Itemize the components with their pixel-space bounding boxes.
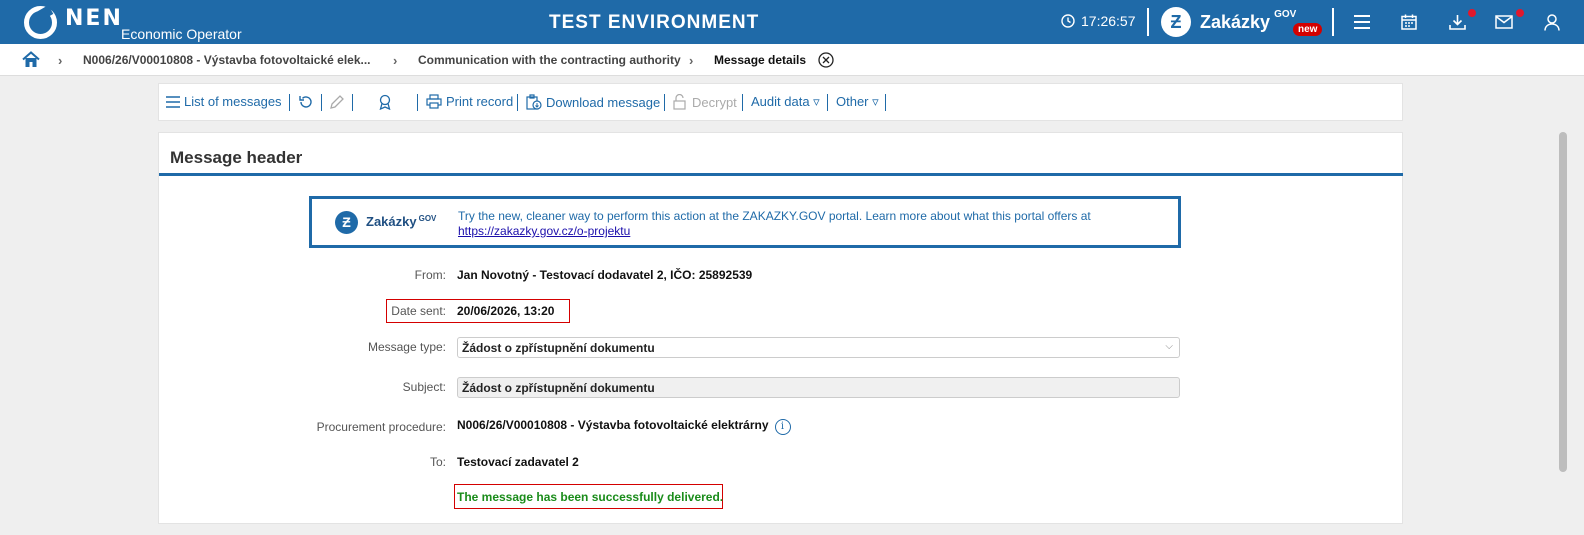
subject-field[interactable]: Žádost o zpřístupnění dokumentu	[457, 377, 1180, 398]
environment-label: TEST ENVIRONMENT	[549, 12, 760, 33]
banner-message: Try the new, cleaner way to perform this…	[458, 209, 1091, 223]
download-icon[interactable]	[1446, 11, 1468, 33]
divider	[1147, 8, 1149, 36]
download-message-label: Download message	[546, 94, 661, 110]
home-icon[interactable]	[22, 51, 40, 71]
toolbar-divider	[664, 94, 665, 111]
print-record-button[interactable]: Print record	[426, 94, 513, 109]
refresh-button[interactable]	[298, 94, 318, 110]
delivery-status: The message has been successfully delive…	[457, 490, 724, 504]
subject-value: Žádost o zpřístupnění dokumentu	[462, 381, 655, 395]
other-label: Other ▿	[836, 94, 879, 109]
award-button[interactable]	[377, 94, 397, 110]
info-icon[interactable]: i	[774, 419, 791, 435]
nen-logo-icon	[24, 5, 57, 39]
breadcrumb-procedure[interactable]: N006/26/V00010808 - Výstavba fotovoltaic…	[83, 53, 371, 67]
edit-button[interactable]	[329, 94, 349, 110]
logo-subtitle: Economic Operator	[121, 26, 242, 42]
lock-icon	[673, 94, 686, 110]
procurement-label: Procurement procedure:	[316, 420, 446, 434]
zakazky-logo-icon: Ƶ	[1161, 7, 1191, 37]
message-type-label: Message type:	[367, 340, 446, 354]
to-label: To:	[429, 455, 446, 469]
toolbar-divider	[827, 94, 828, 111]
panel-title: Message header	[170, 148, 303, 167]
toolbar-divider	[417, 94, 418, 111]
toolbar-divider	[289, 94, 290, 111]
subject-label: Subject:	[402, 380, 446, 394]
toolbar-divider	[885, 94, 886, 111]
from-label: From:	[414, 268, 446, 282]
message-header-panel: Message header Ƶ Zakázky GOV Try the new,…	[158, 132, 1403, 524]
audit-data-label: Audit data ▿	[751, 94, 820, 109]
message-type-select[interactable]: Žádost o zpřístupnění dokumentu ⌵	[457, 337, 1180, 358]
to-value: Testovací zadavatel 2	[457, 455, 579, 469]
banner-brand: Zakázky GOV	[366, 214, 437, 229]
list-of-messages-button[interactable]: List of messages	[166, 94, 282, 109]
banner-link[interactable]: https://zakazky.gov.cz/o-projektu	[458, 224, 630, 238]
breadcrumb: › N006/26/V00010808 - Výstavba fotovolta…	[0, 44, 1584, 76]
other-dropdown[interactable]: Other ▿	[836, 94, 879, 110]
chevron-right-icon: ›	[393, 53, 398, 68]
chevron-down-icon: ⌵	[1165, 341, 1173, 352]
top-bar: NEN Economic Operator TEST ENVIRONMENT 1…	[0, 0, 1584, 44]
message-type-value: Žádost o zpřístupnění dokumentu	[462, 341, 655, 355]
title-underline	[159, 173, 1403, 176]
nen-logo[interactable]: NEN	[24, 5, 123, 39]
menu-icon[interactable]	[1351, 11, 1373, 33]
toolbar-divider	[352, 94, 353, 111]
zakazky-name: Zakázky	[1200, 11, 1271, 32]
toolbar-divider	[517, 94, 518, 111]
audit-data-dropdown[interactable]: Audit data ▿	[751, 94, 820, 110]
chevron-right-icon: ›	[689, 53, 694, 68]
decrypt-label: Decrypt	[692, 94, 737, 110]
download-package-icon	[526, 94, 542, 110]
toolbar-divider	[321, 94, 322, 111]
banner-text: Try the new, cleaner way to perform this…	[458, 209, 1091, 239]
zakazky-logo-icon: Ƶ	[335, 211, 358, 234]
breadcrumb-current: Message details	[714, 53, 807, 67]
decrypt-button[interactable]: Decrypt	[672, 94, 737, 110]
download-message-button[interactable]: Download message	[526, 94, 660, 110]
toolbar-divider	[742, 94, 743, 111]
zakazky-gov: GOV	[1274, 8, 1297, 20]
date-sent-label: Date sent:	[391, 304, 446, 318]
new-badge: new	[1293, 23, 1323, 36]
zakazky-banner: Ƶ Zakázky GOV Try the new, cleaner way to…	[309, 196, 1181, 248]
scrollbar[interactable]	[1559, 132, 1567, 472]
download-notification-dot	[1468, 9, 1476, 17]
clock-time: 17:26:57	[1081, 13, 1136, 29]
message-toolbar: List of messages Print record Download m…	[158, 83, 1403, 121]
clock-icon	[1061, 14, 1075, 28]
calendar-icon[interactable]	[1398, 11, 1420, 33]
breadcrumb-communication[interactable]: Communication with the contracting autho…	[418, 53, 681, 67]
close-icon[interactable]	[818, 52, 834, 71]
pencil-icon	[330, 95, 344, 109]
mail-notification-dot	[1516, 9, 1524, 17]
user-icon[interactable]	[1541, 11, 1563, 33]
list-of-messages-label: List of messages	[184, 94, 282, 109]
procurement-row: N006/26/V00010808 - Výstavba fotovoltaic…	[457, 418, 791, 435]
chevron-right-icon: ›	[58, 53, 63, 68]
list-icon	[166, 95, 180, 108]
print-record-label: Print record	[446, 94, 514, 109]
from-value: Jan Novotný - Testovací dodavatel 2, IČO…	[457, 268, 753, 282]
procurement-value[interactable]: N006/26/V00010808 - Výstavba fotovoltaic…	[457, 418, 769, 432]
mail-icon[interactable]	[1493, 11, 1515, 33]
divider	[1332, 8, 1334, 36]
zakazky-link[interactable]: Ƶ Zakázky GOV new	[1161, 7, 1323, 37]
award-icon	[379, 94, 391, 110]
logo-text: NEN	[65, 5, 123, 31]
refresh-icon	[299, 96, 312, 108]
date-sent-value: 20/06/2026, 13:20	[457, 304, 555, 318]
session-clock: 17:26:57	[1061, 13, 1136, 29]
printer-icon	[426, 94, 442, 109]
